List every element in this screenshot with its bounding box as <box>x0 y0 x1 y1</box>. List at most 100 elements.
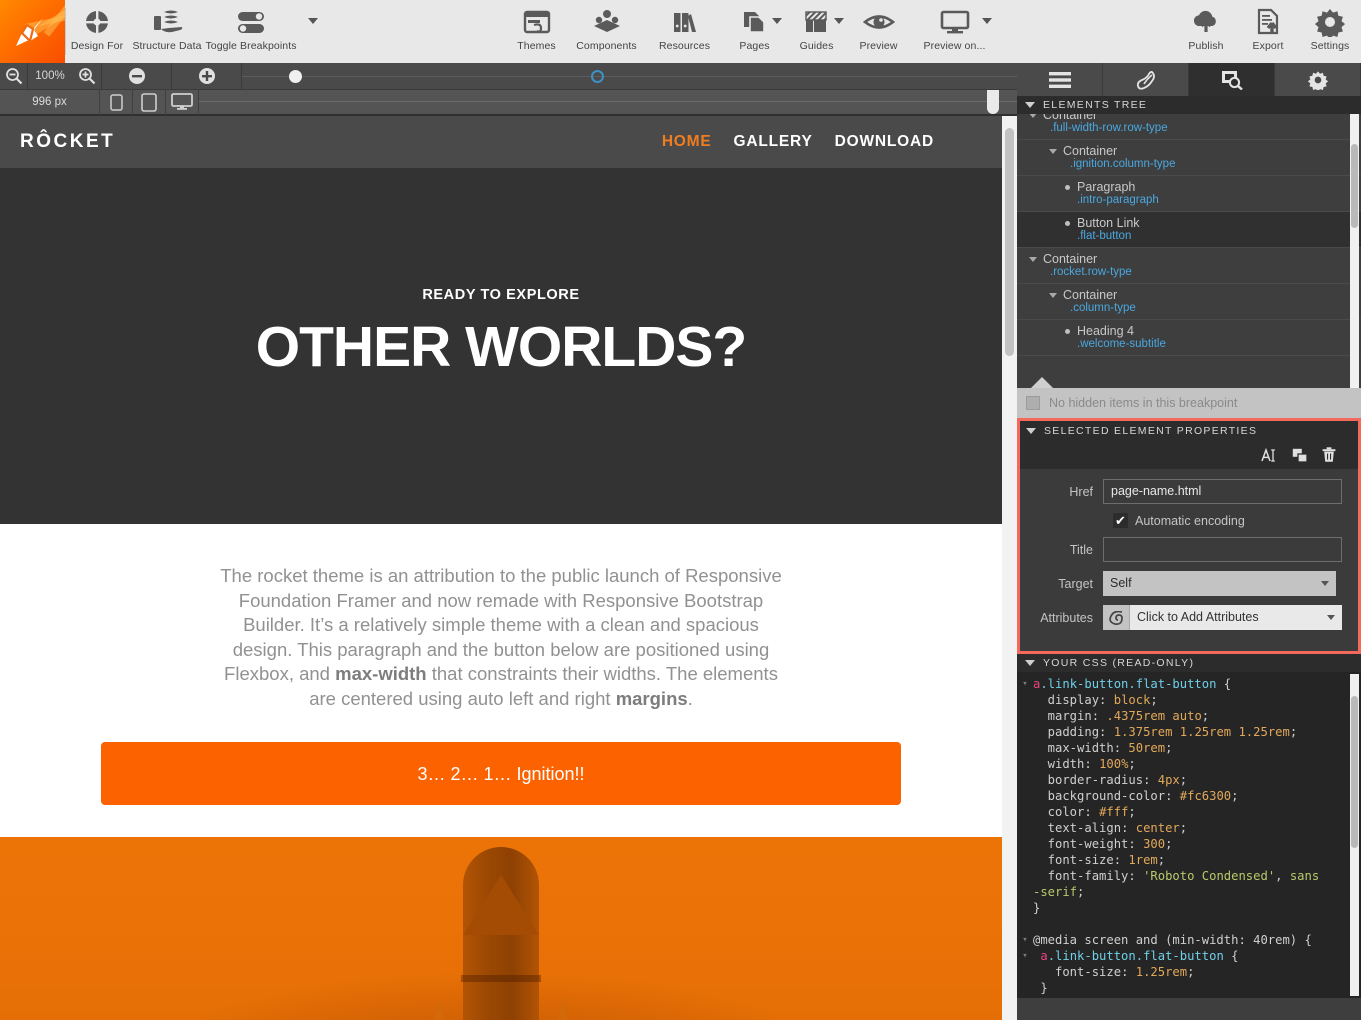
expand-triangle-icon[interactable] <box>1029 256 1037 262</box>
tab-menu[interactable] <box>1017 63 1103 96</box>
design-canvas[interactable]: RÔCKET HOME GALLERY DOWNLOAD READY TO EX… <box>0 116 1002 1020</box>
tab-styles[interactable] <box>1103 63 1189 96</box>
elements-tree-header[interactable]: ELEMENTS TREE <box>1017 96 1361 114</box>
preview-button[interactable]: Preview <box>848 0 910 63</box>
preview-on-button[interactable]: Preview on... <box>910 0 1000 63</box>
expand-triangle-icon[interactable] <box>1029 114 1037 118</box>
css-scrollbar-thumb[interactable] <box>1351 696 1358 848</box>
intro-paragraph[interactable]: The rocket theme is an attribution to th… <box>211 564 791 712</box>
hidden-items-bar[interactable]: No hidden items in this breakpoint <box>1017 388 1361 418</box>
themes-button[interactable]: Themes <box>506 0 568 63</box>
css-code-line <box>1017 916 1361 932</box>
target-selected-value: Self <box>1110 576 1132 590</box>
zoom-bar: 100% <box>0 62 1017 90</box>
hidden-items-checkbox[interactable] <box>1026 396 1040 410</box>
tree-scroll-up-arrow[interactable] <box>1031 377 1053 388</box>
device-phone-button[interactable] <box>100 89 133 115</box>
title-input[interactable] <box>1103 537 1342 562</box>
ignition-container[interactable]: The rocket theme is an attribution to th… <box>0 524 1002 1020</box>
tree-node-selected[interactable]: Button Link .flat-button <box>1017 212 1361 248</box>
toggle-switches-icon <box>234 6 268 38</box>
tree-node[interactable]: Container .column-type <box>1017 284 1361 320</box>
tree-node[interactable]: Container .rocket.row-type <box>1017 248 1361 284</box>
tree-node-label: Container <box>1043 252 1098 266</box>
chevron-down-icon[interactable] <box>771 18 782 24</box>
components-button[interactable]: Components <box>568 0 646 63</box>
automatic-encoding-checkbox[interactable]: ✔ <box>1113 513 1128 528</box>
zoom-in-button[interactable] <box>72 62 102 90</box>
tree-node[interactable]: Paragraph .intro-paragraph <box>1017 176 1361 212</box>
attributes-add-button[interactable] <box>1103 605 1130 630</box>
toggle-breakpoints-button[interactable]: Toggle Breakpoints <box>205 0 296 63</box>
chevron-down-icon <box>1321 581 1329 586</box>
rocket-pen-logo-icon <box>16 18 43 46</box>
duplicate-icon[interactable] <box>1292 448 1308 463</box>
tab-settings[interactable] <box>1275 63 1361 96</box>
href-label: Href <box>1069 484 1093 499</box>
css-code-line: @media screen and (min-width: 40rem) { <box>1033 933 1312 947</box>
toolbar-spacer-right <box>1000 0 1176 63</box>
css-scrollbar[interactable] <box>1350 674 1359 996</box>
breakpoint-marker-ring[interactable] <box>590 69 604 83</box>
rocket-image[interactable] <box>0 836 1002 1020</box>
breakpoint-add-button[interactable] <box>172 62 242 90</box>
tree-node-class: .full-width-row.row-type <box>1050 122 1168 134</box>
tree-scrollbar[interactable] <box>1350 114 1359 388</box>
expand-triangle-icon[interactable] <box>1049 292 1057 298</box>
css-code-view[interactable]: a.link-button.flat-button { display: blo… <box>1017 672 1361 998</box>
chevron-down-icon[interactable] <box>833 18 844 24</box>
expand-triangle-icon[interactable] <box>1049 148 1057 154</box>
pages-button[interactable]: Pages <box>724 0 786 63</box>
breakpoint-width-track[interactable] <box>199 89 1017 115</box>
nav-link-gallery[interactable]: GALLERY <box>734 133 813 151</box>
chevron-down-icon[interactable] <box>981 18 992 24</box>
device-desktop-button[interactable] <box>166 89 199 115</box>
zoom-level[interactable]: 100% <box>28 63 72 90</box>
ignition-button[interactable]: 3… 2… 1… Ignition!! <box>101 741 901 805</box>
export-button[interactable]: Export <box>1237 0 1299 63</box>
resources-button[interactable]: Resources <box>646 0 724 63</box>
selected-element-header[interactable]: SELECTED ELEMENT PROPERTIES <box>1020 421 1358 441</box>
design-for-button[interactable]: Design For <box>66 0 128 63</box>
canvas-scrollbar[interactable] <box>1002 116 1017 1020</box>
guides-button[interactable]: Guides <box>786 0 848 63</box>
publish-button[interactable]: Publish <box>1175 0 1237 63</box>
attributes-row: Attributes Click to Add Attributes <box>1020 605 1350 630</box>
structure-data-button[interactable]: Structure Data <box>128 0 206 63</box>
target-row: Target Self <box>1020 571 1350 596</box>
trash-icon[interactable] <box>1322 447 1336 463</box>
href-input[interactable]: page-name.html <box>1103 479 1342 504</box>
elements-tree[interactable]: Container .full-width-row.row-type Conta… <box>1017 114 1361 388</box>
css-code-line: background-color: #fc6300; <box>1033 789 1239 803</box>
attributes-select[interactable]: Click to Add Attributes <box>1130 605 1342 630</box>
canvas-scrollbar-thumb[interactable] <box>1005 128 1014 356</box>
pen-style-icon <box>1136 70 1155 90</box>
app-root: Design For Structure Data Toggle Breakpo… <box>0 0 1361 1020</box>
nav-link-download[interactable]: DOWNLOAD <box>835 133 934 151</box>
app-logo[interactable] <box>0 0 65 63</box>
zoom-out-button[interactable] <box>0 62 28 90</box>
tree-node[interactable]: Heading 4 .welcome-subtitle <box>1017 320 1361 356</box>
breakpoint-remove-button[interactable] <box>102 62 172 90</box>
tree-scrollbar-thumb[interactable] <box>1351 144 1358 228</box>
breakpoint-slider-track[interactable] <box>242 63 1017 90</box>
tree-node[interactable]: Container .ignition.column-type <box>1017 140 1361 176</box>
settings-button[interactable]: Settings <box>1299 0 1361 63</box>
tree-node-label: Heading 4 <box>1077 324 1134 338</box>
css-panel-header[interactable]: YOUR CSS (READ-ONLY) <box>1017 654 1361 672</box>
tab-inspector[interactable] <box>1189 63 1275 96</box>
automatic-encoding-row[interactable]: ✔ Automatic encoding <box>1020 513 1350 528</box>
target-select[interactable]: Self <box>1103 571 1336 596</box>
breakpoint-marker-filled[interactable] <box>288 69 302 83</box>
text-cursor-icon[interactable] <box>1261 447 1278 463</box>
breakpoint-resize-handle[interactable] <box>987 90 999 114</box>
css-fold-triangle-icon[interactable]: ▾ <box>1019 932 1031 948</box>
css-fold-triangle-icon[interactable]: ▾ <box>1019 676 1031 692</box>
hero-section[interactable]: READY TO EXPLORE OTHER WORLDS? <box>0 168 1002 524</box>
components-box-icon <box>591 6 623 38</box>
tree-node[interactable]: Container .full-width-row.row-type <box>1017 114 1361 140</box>
nav-link-home[interactable]: HOME <box>662 133 712 151</box>
device-tablet-button[interactable] <box>133 89 166 115</box>
toggle-breakpoints-dropdown[interactable] <box>296 0 330 63</box>
css-fold-triangle-icon[interactable]: ▾ <box>1019 948 1031 964</box>
